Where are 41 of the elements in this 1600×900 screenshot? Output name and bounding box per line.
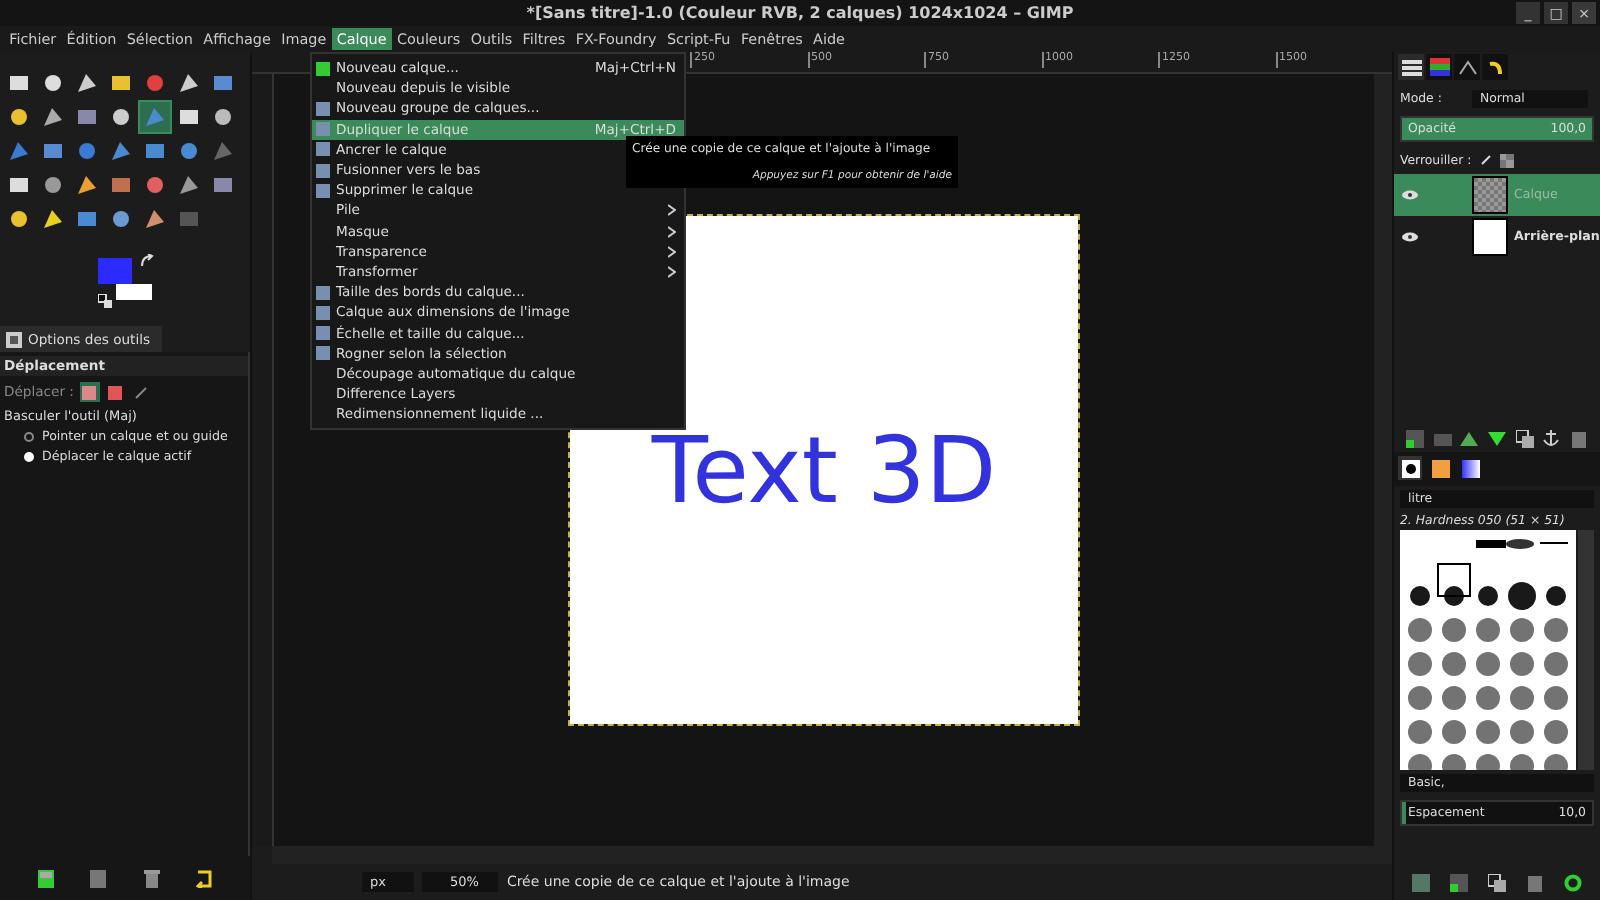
layer-thumbnail bbox=[1472, 176, 1508, 214]
delete-icon[interactable] bbox=[1569, 429, 1588, 447]
reset-icon[interactable] bbox=[195, 869, 212, 887]
layer-thumbnail bbox=[1472, 218, 1508, 256]
gradients-tab[interactable] bbox=[1458, 456, 1482, 480]
checker-icon[interactable] bbox=[1499, 153, 1514, 167]
foreground-color-swatch[interactable] bbox=[98, 258, 132, 284]
anchor-icon[interactable] bbox=[1542, 429, 1561, 447]
duplicate-icon[interactable] bbox=[1515, 429, 1534, 447]
default-colors-icon[interactable] bbox=[98, 294, 112, 308]
scrollbar[interactable] bbox=[1374, 74, 1392, 846]
paths-tab[interactable] bbox=[1454, 54, 1480, 80]
lower-icon[interactable] bbox=[1487, 429, 1506, 447]
delete-icon[interactable] bbox=[143, 869, 160, 887]
new-layer-icon[interactable] bbox=[1406, 429, 1425, 447]
background-color-swatch[interactable] bbox=[116, 284, 152, 300]
canvas-text: Text 3D bbox=[651, 416, 997, 524]
refresh-icon[interactable] bbox=[1564, 873, 1582, 891]
undo-icon bbox=[1485, 58, 1505, 76]
scrollbar[interactable] bbox=[1578, 530, 1594, 770]
window-title: *[Sans titre]-1.0 (Couleur RVB, 2 calques) 1024x1024 – GIMP bbox=[526, 4, 1074, 22]
channels-tab[interactable] bbox=[1426, 54, 1452, 80]
scrollbar[interactable] bbox=[272, 846, 1392, 864]
tool-options-icon bbox=[6, 331, 22, 347]
undo-tab[interactable] bbox=[1482, 54, 1508, 80]
patterns-tab[interactable] bbox=[1428, 456, 1452, 480]
move-mode-button[interactable] bbox=[131, 382, 152, 402]
raise-icon[interactable] bbox=[1460, 429, 1479, 447]
swap-colors-icon[interactable] bbox=[140, 254, 156, 270]
move-mode-button[interactable] bbox=[79, 382, 100, 402]
eye-icon[interactable] bbox=[1402, 232, 1418, 242]
duplicate-icon[interactable] bbox=[1488, 873, 1506, 891]
move-mode-button[interactable] bbox=[105, 382, 126, 402]
new-brush-icon[interactable] bbox=[1450, 873, 1468, 891]
eye-icon[interactable] bbox=[1402, 190, 1418, 200]
layer-icon bbox=[316, 61, 330, 76]
delete-icon[interactable] bbox=[1526, 873, 1544, 891]
brushes-tab[interactable] bbox=[1398, 456, 1422, 480]
layers-tab[interactable] bbox=[1398, 54, 1424, 80]
brush-icon[interactable] bbox=[1479, 154, 1492, 166]
save-icon[interactable] bbox=[38, 869, 55, 887]
